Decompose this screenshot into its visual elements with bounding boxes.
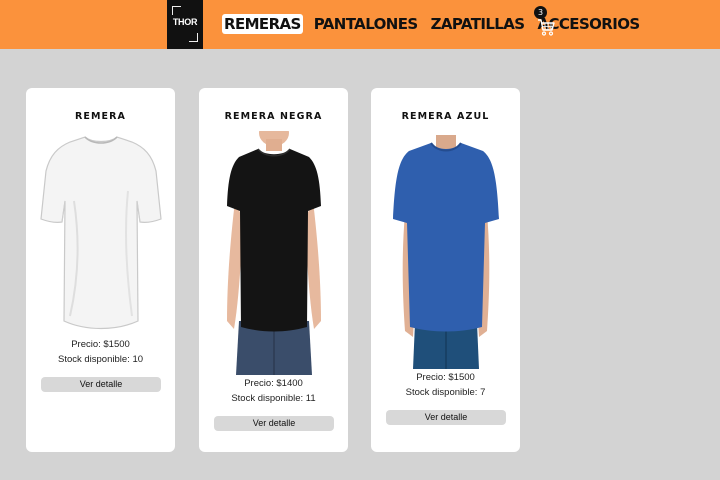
product-title: REMERA AZUL [401,111,490,122]
product-card: REMERA AZUL Precio: $1500 Stock disponib… [371,88,520,452]
nav-item-pantalones[interactable]: PANTALONES [312,14,420,34]
product-image-white-tshirt [40,136,162,330]
product-image-black-tshirt [227,131,321,375]
navbar: THOR REMERAS PANTALONES ZAPATILLAS ACCES… [0,0,720,49]
product-title: REMERA [74,111,126,122]
logo-corner [189,33,198,42]
shopping-cart-icon [538,19,555,36]
ver-detalle-button[interactable]: Ver detalle [386,410,506,425]
nav-menu: REMERAS PANTALONES ZAPATILLAS ACCESORIOS [222,14,642,34]
product-card: REMERA NEGRA Precio: $1400 Stock disponi… [199,88,348,452]
nav-item-remeras[interactable]: REMERAS [222,14,303,34]
product-price: Precio: $1400 [244,378,303,389]
product-price: Precio: $1500 [416,372,475,383]
logo-text: THOR [172,17,198,27]
logo-corner [172,6,181,15]
product-card: REMERA Precio: $1500 Stock disponible: 1… [26,88,175,452]
product-image-blue-tshirt [393,135,499,369]
cart-button[interactable]: 3 [534,6,558,38]
product-stock: Stock disponible: 10 [57,354,144,365]
shirt-shape [40,136,162,330]
product-stock: Stock disponible: 11 [231,393,316,404]
logo[interactable]: THOR [167,0,203,49]
ver-detalle-button[interactable]: Ver detalle [41,377,161,392]
product-title: REMERA NEGRA [224,111,323,122]
product-stock: Stock disponible: 7 [405,387,486,398]
product-price: Precio: $1500 [71,339,130,350]
nav-item-zapatillas[interactable]: ZAPATILLAS [429,14,527,34]
shirt-shape [227,149,321,332]
ver-detalle-button[interactable]: Ver detalle [214,416,334,431]
